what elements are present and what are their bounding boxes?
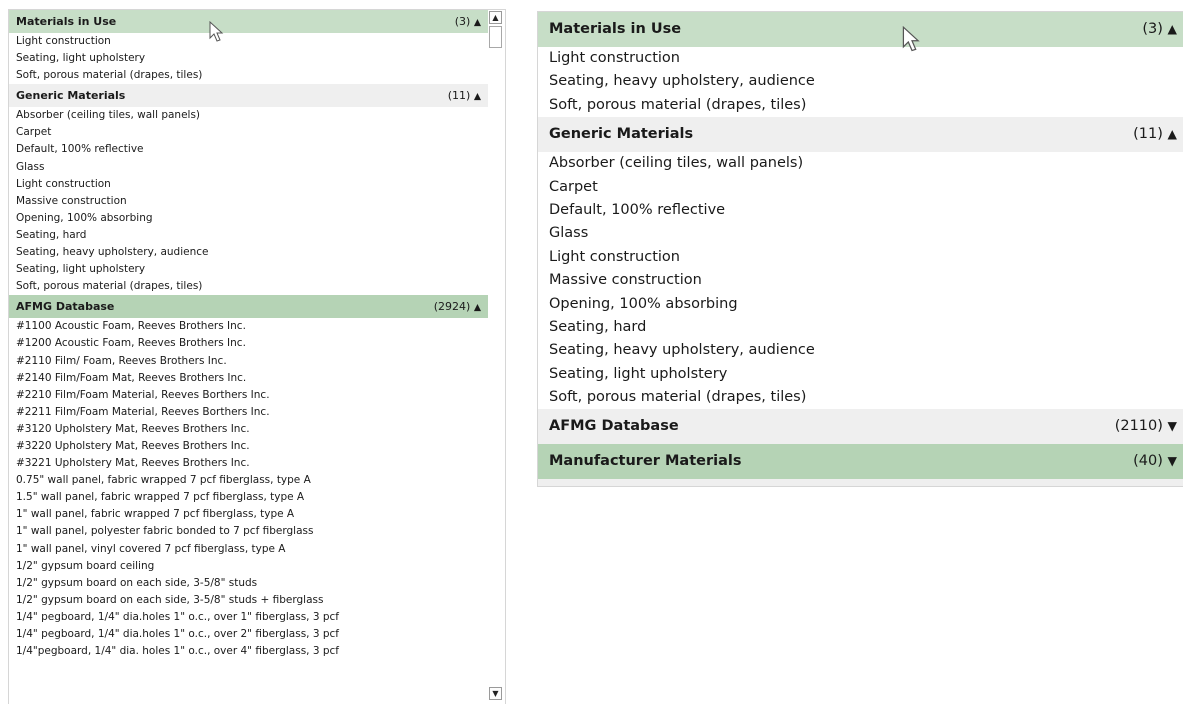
scroll-down-icon: ▼	[492, 689, 499, 698]
section-count-label: (3)	[454, 15, 471, 28]
scroll-up-button[interactable]: ▲	[489, 11, 502, 24]
section-title: Generic Materials	[16, 89, 126, 103]
section-title: Materials in Use	[549, 21, 682, 37]
section-count: (3) ▲	[1142, 12, 1177, 47]
list-item[interactable]: #3120 Upholstery Mat, Reeves Brothers In…	[9, 421, 489, 438]
list-item[interactable]: Seating, heavy upholstery, audience	[9, 244, 489, 261]
vertical-scrollbar[interactable]: ▲ ▼	[488, 10, 505, 704]
list-item[interactable]: Seating, hard	[9, 227, 489, 244]
section-count: (40) ▼	[1133, 444, 1177, 479]
list-item[interactable]: 1" wall panel, polyester fabric bonded t…	[9, 523, 489, 540]
section-count-label: (11)	[1133, 126, 1163, 143]
section-count: (11) ▲	[448, 84, 481, 108]
list-item[interactable]: Seating, light upholstery	[9, 261, 489, 278]
section-count: (2924) ▲	[434, 295, 481, 319]
section-count: (71) ▼	[1133, 479, 1177, 486]
expand-arrow-icon[interactable]: ▼	[1168, 454, 1177, 468]
materials-list-panel-large: Materials in Use (3) ▲ Light construction S…	[537, 11, 1183, 487]
list-item[interactable]: Seating, light upholstery	[538, 363, 1183, 386]
list-item[interactable]: #2210 Film/Foam Material, Reeves Borther…	[9, 387, 489, 404]
list-item[interactable]: 1/2" gypsum board ceiling	[9, 558, 489, 575]
list-item[interactable]: #3221 Upholstery Mat, Reeves Brothers In…	[9, 455, 489, 472]
mouse-pointer-icon	[902, 26, 920, 52]
list-item[interactable]: Seating, light upholstery	[9, 50, 489, 67]
list-item[interactable]: Opening, 100% absorbing	[538, 293, 1183, 316]
list-item[interactable]: 1" wall panel, vinyl covered 7 pcf fiber…	[9, 541, 489, 558]
materials-list-panel-compact: Materials in Use (3) ▲ Light construction S…	[8, 9, 506, 704]
collapse-arrow-icon[interactable]: ▲	[1168, 127, 1177, 141]
section-count: (2110) ▼	[1115, 409, 1177, 444]
list-item[interactable]: #2110 Film/ Foam, Reeves Brothers Inc.	[9, 353, 489, 370]
list-item[interactable]: Massive construction	[538, 269, 1183, 292]
section-title: AFMG Database	[549, 418, 679, 435]
list-item[interactable]: 1/4" pegboard, 1/4" dia.holes 1" o.c., o…	[9, 626, 489, 643]
list-item[interactable]: Soft, porous material (drapes, tiles)	[9, 278, 489, 295]
collapse-arrow-icon[interactable]: ▲	[474, 91, 481, 102]
list-item[interactable]: Absorber (ceiling tiles, wall panels)	[9, 107, 489, 124]
list-item[interactable]: 0.75" wall panel, fabric wrapped 7 pcf f…	[9, 472, 489, 489]
list-item[interactable]: Light construction	[9, 176, 489, 193]
section-header-afmg-database[interactable]: AFMG Database (2110) ▼	[538, 409, 1183, 445]
section-header-custom-database[interactable]: Custom Database(71) ▼	[538, 479, 1183, 486]
section-count: (3) ▲	[455, 10, 481, 34]
list-item[interactable]: Massive construction	[9, 193, 489, 210]
list-item[interactable]: Soft, porous material (drapes, tiles)	[9, 67, 489, 84]
scroll-down-button[interactable]: ▼	[489, 687, 502, 700]
list-item[interactable]: #2140 Film/Foam Mat, Reeves Brothers Inc…	[9, 370, 489, 387]
collapse-arrow-icon[interactable]: ▲	[474, 302, 481, 313]
list-item[interactable]: Glass	[538, 222, 1183, 245]
list-item[interactable]: 1.5" wall panel, fabric wrapped 7 pcf fi…	[9, 489, 489, 506]
scroll-up-icon: ▲	[492, 13, 499, 22]
list-item[interactable]: #2211 Film/Foam Material, Reeves Borther…	[9, 404, 489, 421]
materials-list-large: Materials in Use (3) ▲ Light construction S…	[538, 12, 1183, 486]
list-item[interactable]: 1/4"pegboard, 1/4" dia. holes 1" o.c., o…	[9, 643, 489, 660]
section-title: Manufacturer Materials	[549, 453, 742, 470]
list-item[interactable]: Seating, heavy upholstery, audience	[538, 339, 1183, 362]
list-item[interactable]: Light construction	[9, 33, 489, 50]
list-item[interactable]: Default, 100% reflective	[538, 199, 1183, 222]
section-count-label: (3)	[1142, 21, 1163, 37]
list-item[interactable]: Glass	[9, 159, 489, 176]
list-item[interactable]: Soft, porous material (drapes, tiles)	[538, 94, 1183, 117]
section-count-label: (11)	[447, 89, 471, 103]
scrollbar-thumb[interactable]	[489, 26, 502, 48]
section-header-materials-in-use[interactable]: Materials in Use (3) ▲	[538, 12, 1183, 47]
list-item[interactable]: Opening, 100% absorbing	[9, 210, 489, 227]
section-count-label: (2110)	[1114, 418, 1163, 435]
section-count-label: (2924)	[433, 300, 471, 314]
mouse-pointer-icon	[209, 21, 224, 42]
list-item[interactable]: Default, 100% reflective	[9, 141, 489, 158]
list-item[interactable]: 1/4" pegboard, 1/4" dia.holes 1" o.c., o…	[9, 609, 489, 626]
list-item[interactable]: Absorber (ceiling tiles, wall panels)	[538, 152, 1183, 175]
section-header-afmg-database[interactable]: AFMG Database (2924) ▲	[9, 295, 489, 319]
section-count: (11) ▲	[1133, 117, 1177, 152]
section-count-label: (40)	[1133, 453, 1163, 470]
section-title: Generic Materials	[549, 126, 694, 143]
list-item[interactable]: 1/2" gypsum board on each side, 3-5/8" s…	[9, 575, 489, 592]
list-item[interactable]: #1200 Acoustic Foam, Reeves Brothers Inc…	[9, 335, 489, 352]
section-header-generic-materials[interactable]: Generic Materials (11) ▲	[9, 84, 489, 108]
list-item[interactable]: Seating, hard	[538, 316, 1183, 339]
list-item[interactable]: #3220 Upholstery Mat, Reeves Brothers In…	[9, 438, 489, 455]
list-item[interactable]: #1100 Acoustic Foam, Reeves Brothers Inc…	[9, 318, 489, 335]
list-item[interactable]: Seating, heavy upholstery, audience	[538, 70, 1183, 93]
list-item[interactable]: Light construction	[538, 246, 1183, 269]
expand-arrow-icon[interactable]: ▼	[1168, 419, 1177, 433]
collapse-arrow-icon[interactable]: ▲	[474, 17, 481, 28]
list-item[interactable]: 1/2" gypsum board on each side, 3-5/8" s…	[9, 592, 489, 609]
list-item[interactable]: 1" wall panel, fabric wrapped 7 pcf fibe…	[9, 506, 489, 523]
list-item[interactable]: Carpet	[9, 124, 489, 141]
section-header-manufacturer-materials[interactable]: Manufacturer Materials (40) ▼	[538, 444, 1183, 480]
list-item[interactable]: Soft, porous material (drapes, tiles)	[538, 386, 1183, 409]
section-title: Materials in Use	[16, 15, 117, 28]
section-header-materials-in-use[interactable]: Materials in Use (3) ▲	[9, 10, 489, 33]
list-item[interactable]: Carpet	[538, 176, 1183, 199]
section-header-generic-materials[interactable]: Generic Materials (11) ▲	[538, 117, 1183, 153]
materials-list: Materials in Use (3) ▲ Light construction S…	[9, 10, 489, 660]
collapse-arrow-icon[interactable]: ▲	[1168, 22, 1177, 36]
section-title: AFMG Database	[16, 300, 115, 314]
list-item[interactable]: Light construction	[538, 47, 1183, 70]
